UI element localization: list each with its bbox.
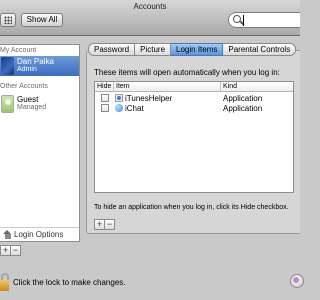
my-account-header: My Account xyxy=(0,47,37,54)
itunes-icon xyxy=(115,94,123,102)
remove-account-button[interactable]: − xyxy=(10,245,21,256)
table-row[interactable]: iChat Application xyxy=(95,103,293,113)
lock-icon[interactable] xyxy=(0,273,9,291)
login-options-item[interactable]: Login Options xyxy=(0,227,79,242)
item-kind: Application xyxy=(223,94,263,103)
account-item-guest[interactable]: Guest Managed xyxy=(0,94,79,114)
tab-login-items[interactable]: Login Items xyxy=(171,43,224,56)
hide-checkbox[interactable] xyxy=(101,94,109,102)
account-name: Guest xyxy=(17,95,39,104)
hint-text: To hide an application when you log in, … xyxy=(94,204,289,211)
title-bar: Accounts Show All xyxy=(0,0,300,36)
lock-message: Click the lock to make changes. xyxy=(13,278,126,287)
grid-icon xyxy=(4,16,12,24)
login-options-label: Login Options xyxy=(14,230,64,239)
guest-avatar xyxy=(1,95,14,113)
account-name: Dan Palka xyxy=(17,57,54,66)
account-item-dan-palka[interactable]: Dan Palka Admin xyxy=(0,56,79,76)
window-title: Accounts xyxy=(133,2,167,11)
item-name: iTunesHelper xyxy=(125,94,173,103)
column-header-item[interactable]: Item xyxy=(116,83,130,90)
tab-parental-controls[interactable]: Parental Controls xyxy=(223,43,297,56)
house-icon xyxy=(3,230,12,239)
user-avatar xyxy=(1,57,14,75)
table-header: Hide Item Kind xyxy=(95,82,293,92)
item-name: iChat xyxy=(125,104,144,113)
tab-bar: Password Picture Login Items Parental Co… xyxy=(88,43,297,56)
tab-picture[interactable]: Picture xyxy=(135,43,172,56)
instruction-text: These items will open automatically when… xyxy=(94,68,280,77)
column-header-kind[interactable]: Kind xyxy=(223,83,237,90)
accounts-sidebar: My Account Dan Palka Admin Other Account… xyxy=(0,44,80,242)
hide-checkbox[interactable] xyxy=(101,104,109,112)
table-row[interactable]: iTunesHelper Application xyxy=(95,93,293,103)
tab-password[interactable]: Password xyxy=(88,43,136,56)
column-separator xyxy=(220,82,221,92)
search-icon xyxy=(233,15,241,23)
column-header-hide[interactable]: Hide xyxy=(97,83,111,90)
account-role: Managed xyxy=(17,104,47,111)
remove-login-item-button[interactable]: − xyxy=(104,219,115,230)
ichat-icon xyxy=(115,104,123,112)
lock-body xyxy=(0,280,9,291)
grid-view-button[interactable] xyxy=(0,13,16,27)
column-separator xyxy=(113,82,114,92)
other-accounts-header: Other Accounts xyxy=(0,83,48,90)
text-caret xyxy=(243,15,244,26)
show-all-button[interactable]: Show All xyxy=(21,13,63,27)
search-field[interactable] xyxy=(228,12,300,28)
item-kind: Application xyxy=(223,104,263,113)
login-items-table: Hide Item Kind iTunesHelper Application … xyxy=(94,81,294,193)
login-items-panel: These items will open automatically when… xyxy=(86,50,300,234)
account-role: Admin xyxy=(17,66,37,73)
help-button[interactable] xyxy=(290,274,304,288)
